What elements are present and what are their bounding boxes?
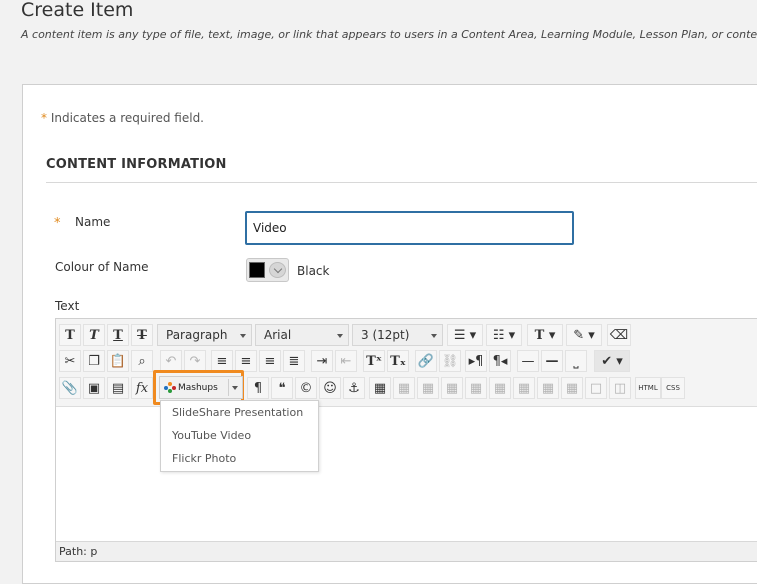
align-right-icon[interactable]: ≡ bbox=[259, 350, 281, 372]
editor-path-bar: Path: p bbox=[56, 541, 757, 561]
unlink-icon[interactable]: ⛓ bbox=[439, 350, 461, 372]
quote-icon[interactable]: ❝ bbox=[271, 377, 293, 399]
required-note-text: Indicates a required field. bbox=[50, 111, 204, 125]
font-family-value: Arial bbox=[264, 328, 292, 342]
italic-icon[interactable]: T bbox=[83, 324, 105, 346]
nonbreaking-space-icon[interactable]: ⎵ bbox=[565, 350, 587, 372]
horizontal-line-icon[interactable]: — bbox=[541, 350, 563, 372]
page-title: Create Item bbox=[21, 0, 134, 21]
chevron-down-icon[interactable] bbox=[269, 262, 286, 278]
colour-picker[interactable] bbox=[246, 258, 289, 282]
css-button[interactable]: CSS bbox=[661, 377, 685, 399]
editor-toolbar: T T T T Paragraph Arial 3 (12pt) ☰ ▾ ☷ ▾… bbox=[56, 319, 757, 407]
mashups-dropdown-menu: SlideShare Presentation YouTube Video Fl… bbox=[160, 400, 319, 472]
copy-icon[interactable]: ❐ bbox=[83, 350, 105, 372]
paste-icon[interactable]: 📋 bbox=[107, 350, 129, 372]
outdent-icon[interactable]: ⇤ bbox=[335, 350, 357, 372]
mashups-icon bbox=[164, 382, 176, 393]
bold-icon[interactable]: T bbox=[59, 324, 81, 346]
required-field-note: * Indicates a required field. bbox=[41, 111, 204, 125]
align-center-icon[interactable]: ≡ bbox=[235, 350, 257, 372]
required-star: * bbox=[41, 111, 47, 125]
page-description: A content item is any type of file, text… bbox=[21, 28, 757, 41]
horizontal-rule-icon[interactable]: — bbox=[517, 350, 539, 372]
eraser-icon[interactable]: ⌫ bbox=[607, 324, 631, 346]
text-editor: T T T T Paragraph Arial 3 (12pt) ☰ ▾ ☷ ▾… bbox=[55, 318, 757, 562]
name-label: Name bbox=[75, 215, 111, 229]
table-cell-props-icon[interactable]: ▦ bbox=[417, 377, 439, 399]
math-formula-icon[interactable]: fx bbox=[131, 377, 153, 399]
superscript-icon[interactable]: Tˣ bbox=[363, 350, 385, 372]
delete-row-icon[interactable]: ▦ bbox=[489, 377, 511, 399]
copyright-icon[interactable]: © bbox=[295, 377, 317, 399]
mashups-button[interactable]: Mashups bbox=[159, 376, 243, 399]
ltr-paragraph-icon[interactable]: ▸¶ bbox=[465, 350, 487, 372]
mashups-label: Mashups bbox=[178, 382, 218, 393]
strikethrough-icon[interactable]: T bbox=[131, 324, 153, 346]
text-label: Text bbox=[55, 299, 80, 313]
name-required-star: * bbox=[54, 216, 61, 231]
emoticon-icon[interactable]: ☺ bbox=[319, 377, 341, 399]
paragraph-format-select[interactable]: Paragraph bbox=[157, 324, 252, 346]
highlight-icon[interactable]: ✎ ▾ bbox=[566, 324, 602, 346]
chevron-down-icon[interactable] bbox=[232, 386, 238, 390]
font-size-value: 3 (12pt) bbox=[361, 328, 410, 342]
insert-media-icon[interactable]: ▤ bbox=[107, 377, 129, 399]
merge-cells-icon[interactable]: ◫ bbox=[609, 377, 631, 399]
attach-file-icon[interactable]: 📎 bbox=[59, 377, 81, 399]
bullet-list-icon[interactable]: ☰ ▾ bbox=[447, 324, 483, 346]
numbered-list-icon[interactable]: ☷ ▾ bbox=[486, 324, 522, 346]
insert-column-before-icon[interactable]: ▦ bbox=[513, 377, 535, 399]
cut-icon[interactable]: ✂ bbox=[59, 350, 81, 372]
menu-item-youtube-video[interactable]: YouTube Video bbox=[161, 424, 318, 447]
align-justify-icon[interactable]: ≣ bbox=[283, 350, 305, 372]
colour-swatch bbox=[249, 262, 265, 278]
find-icon[interactable]: ⌕ bbox=[131, 350, 153, 372]
section-title-content-information: CONTENT INFORMATION bbox=[46, 157, 227, 172]
indent-icon[interactable]: ⇥ bbox=[311, 350, 333, 372]
menu-item-slideshare[interactable]: SlideShare Presentation bbox=[161, 401, 318, 424]
rtl-paragraph-icon[interactable]: ¶◂ bbox=[489, 350, 511, 372]
split-cells-icon[interactable]: □ bbox=[585, 377, 607, 399]
html-source-button[interactable]: HTML bbox=[635, 377, 661, 399]
font-family-select[interactable]: Arial bbox=[255, 324, 349, 346]
paragraph-format-value: Paragraph bbox=[166, 328, 228, 342]
underline-icon[interactable]: T bbox=[107, 324, 129, 346]
section-divider bbox=[46, 182, 757, 183]
table-row-props-icon[interactable]: ▦ bbox=[393, 377, 415, 399]
insert-row-after-icon[interactable]: ▦ bbox=[465, 377, 487, 399]
colour-value: Black bbox=[297, 264, 330, 278]
link-icon[interactable]: 🔗 bbox=[415, 350, 437, 372]
align-left-icon[interactable]: ≡ bbox=[211, 350, 233, 372]
undo-icon[interactable]: ↶ bbox=[160, 350, 182, 372]
insert-image-icon[interactable]: ▣ bbox=[83, 377, 105, 399]
anchor-icon[interactable]: ⚓ bbox=[343, 377, 365, 399]
colour-of-name-label: Colour of Name bbox=[55, 260, 149, 274]
menu-item-flickr-photo[interactable]: Flickr Photo bbox=[161, 447, 318, 470]
spellcheck-icon[interactable]: ✔ ▾ bbox=[594, 350, 630, 372]
delete-column-icon[interactable]: ▦ bbox=[561, 377, 583, 399]
insert-row-before-icon[interactable]: ▦ bbox=[441, 377, 463, 399]
font-size-select[interactable]: 3 (12pt) bbox=[352, 324, 443, 346]
paragraph-mark-icon[interactable]: ¶ bbox=[247, 377, 269, 399]
text-color-icon[interactable]: T ▾ bbox=[527, 324, 563, 346]
name-input[interactable] bbox=[245, 211, 574, 245]
insert-column-after-icon[interactable]: ▦ bbox=[537, 377, 559, 399]
redo-icon[interactable]: ↷ bbox=[184, 350, 206, 372]
insert-table-icon[interactable]: ▦ bbox=[369, 377, 391, 399]
create-item-form-panel: * Indicates a required field. CONTENT IN… bbox=[22, 84, 757, 584]
subscript-icon[interactable]: Tₓ bbox=[387, 350, 409, 372]
